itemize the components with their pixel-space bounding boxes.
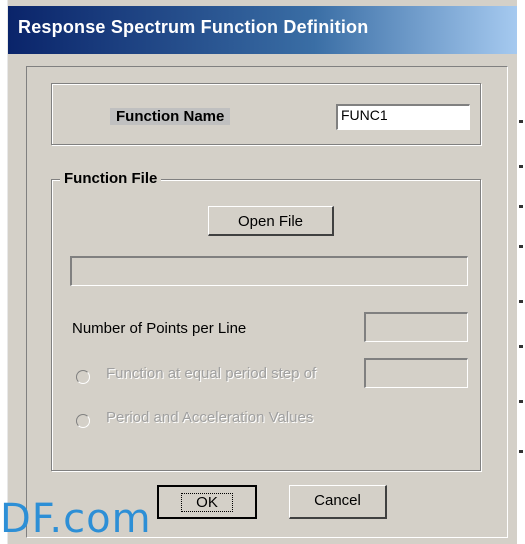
file-path-field <box>70 256 468 286</box>
equal-period-input[interactable] <box>364 358 468 388</box>
ok-button[interactable]: OK <box>157 485 257 519</box>
points-per-line-label: Number of Points per Line <box>72 320 247 337</box>
radio-equal-period-label: Function at equal period step of <box>106 365 317 382</box>
open-file-button-label: Open File <box>237 213 304 230</box>
points-per-line-input[interactable] <box>364 312 468 342</box>
open-file-button[interactable]: Open File <box>208 206 334 236</box>
radio-period-accel-label: Period and Acceleration Values <box>106 409 314 426</box>
function-file-caption: Function File <box>60 170 162 187</box>
response-spectrum-dialog: Response Spectrum Function Definition Fu… <box>7 0 519 544</box>
ok-button-label: OK <box>181 493 233 512</box>
cancel-button[interactable]: Cancel <box>289 485 387 519</box>
background-window-edge <box>517 0 525 544</box>
title-bar[interactable]: Response Spectrum Function Definition <box>8 6 518 54</box>
radio-equal-period-icon[interactable] <box>76 370 90 384</box>
function-name-group: Function Name FUNC1 <box>51 83 481 145</box>
function-name-label: Function Name <box>110 108 231 125</box>
window-title: Response Spectrum Function Definition <box>18 17 369 37</box>
watermark-text: DF.com <box>0 496 152 542</box>
function-file-group: Function File Open File Number of Points… <box>51 170 481 471</box>
cancel-button-label: Cancel <box>314 492 361 509</box>
function-name-input[interactable]: FUNC1 <box>336 104 470 130</box>
dialog-client-area: Function Name FUNC1 Function File Open F… <box>26 66 508 538</box>
radio-period-accel-icon[interactable] <box>76 414 90 428</box>
